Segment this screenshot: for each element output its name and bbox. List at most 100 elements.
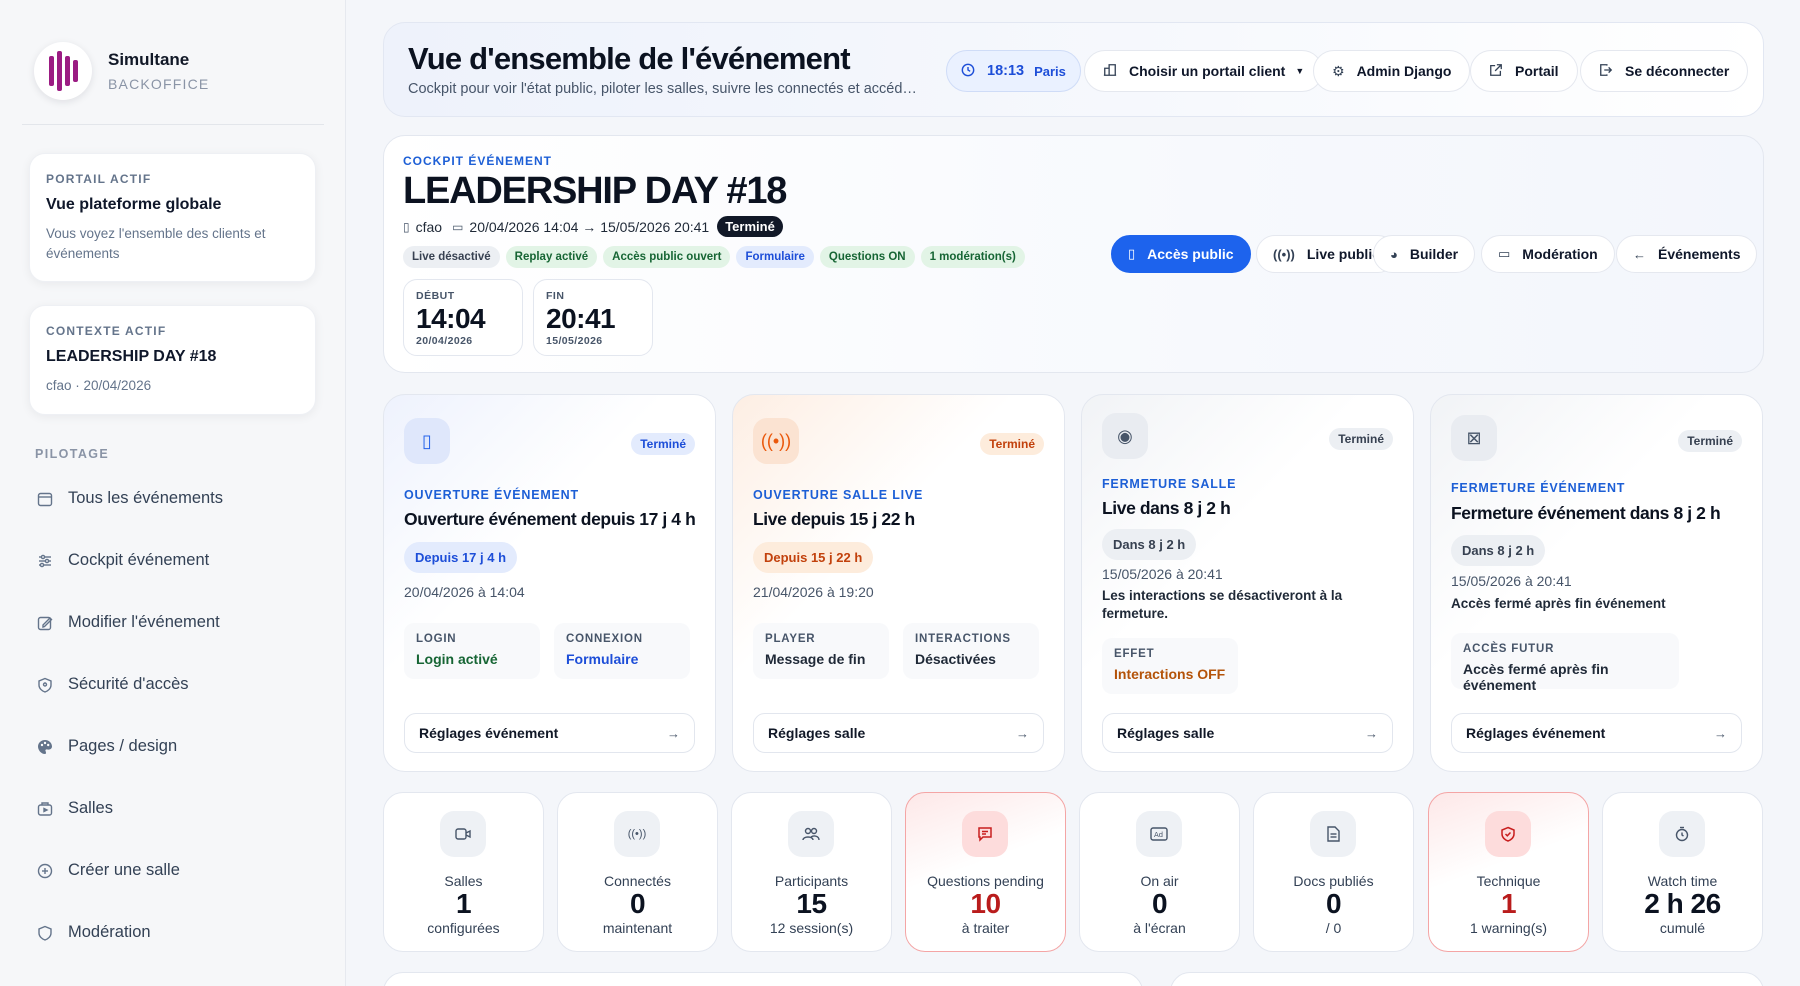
end-date: 15/05/2026 — [546, 335, 603, 347]
nav-item-label: Modifier l'événement — [68, 613, 220, 631]
nav-item-edit-event[interactable]: Modifier l'événement — [36, 613, 220, 632]
stat-technical[interactable]: Technique 1 1 warning(s) — [1428, 792, 1589, 952]
nav-item-event-cockpit[interactable]: Cockpit événement — [36, 551, 209, 570]
status-badge: Terminé — [717, 216, 783, 237]
events-back-button[interactable]: ← Événements — [1616, 235, 1758, 273]
nav-heading: PILOTAGE — [35, 447, 110, 461]
broadcast-icon: ((•)) — [614, 811, 660, 857]
logout-button[interactable]: Se déconnecter — [1580, 50, 1749, 92]
stat-sub: cumulé — [1659, 920, 1706, 936]
step-card-room-closing: ◉ Terminé FERMETURE SALLE Live dans 8 j … — [1081, 394, 1414, 772]
event-tags: Live désactivé Replay activé Accès publi… — [403, 246, 1025, 268]
clock-city: Paris — [1034, 63, 1066, 79]
step-title: Live dans 8 j 2 h — [1102, 498, 1231, 518]
nav-item-label: Modération — [68, 923, 151, 941]
nav-item-access-security[interactable]: Sécurité d'accès — [36, 675, 189, 694]
broadcast-icon: ((•)) — [1273, 246, 1295, 262]
building-icon: ▯ — [403, 219, 410, 234]
room-settings-button[interactable]: Réglages salle → — [753, 713, 1044, 753]
stat-published-docs[interactable]: Docs publiés 0 / 0 — [1253, 792, 1414, 952]
video-icon — [440, 811, 486, 857]
message-icon — [962, 811, 1008, 857]
kv-value: Accès fermé après fin événement — [1463, 661, 1609, 693]
event-dates: 20/04/2026 14:04 → 15/05/2026 20:41 — [469, 218, 710, 235]
step-note: Les interactions se désactiveront à la f… — [1102, 588, 1343, 621]
nav-item-pages-design[interactable]: Pages / design — [36, 737, 177, 756]
admin-django-button[interactable]: ⚙ Admin Django — [1313, 50, 1471, 92]
event-client: cfao — [415, 218, 443, 235]
event-title: LEADERSHIP DAY #18 — [403, 170, 787, 212]
caret-down-icon: ▼ — [1295, 66, 1305, 76]
portal-button[interactable]: Portail — [1470, 50, 1578, 92]
ad-icon: Ad — [1136, 811, 1182, 857]
portal-select[interactable]: Choisir un portail client ▼ — [1084, 50, 1324, 92]
stat-value: 15 — [796, 888, 827, 919]
sidebar: Simultane BACKOFFICE PORTAIL ACTIF Vue p… — [0, 0, 346, 986]
end-time-box: FIN 20:41 15/05/2026 — [533, 279, 653, 356]
record-icon: ◉ — [1102, 413, 1148, 459]
logout-icon — [1599, 63, 1613, 80]
admin-django-label: Admin Django — [1356, 63, 1452, 79]
event-settings-button[interactable]: Réglages événement → — [404, 713, 695, 753]
stat-rooms[interactable]: Salles 1 configurées — [383, 792, 544, 952]
page-header: Vue d'ensemble de l'événement Cockpit po… — [383, 22, 1764, 117]
step-login-info: LOGIN Login activé — [404, 623, 540, 679]
svg-text:Ad: Ad — [1154, 831, 1163, 839]
stat-value: 1 — [455, 888, 472, 919]
stat-value: 0 — [1151, 888, 1168, 919]
step-kicker: FERMETURE SALLE — [1102, 477, 1237, 491]
kv-key: PLAYER — [765, 633, 816, 645]
shield-check-icon — [36, 924, 54, 942]
stat-connected[interactable]: ((•)) Connectés 0 maintenant — [557, 792, 718, 952]
builder-button[interactable]: ◕ Builder — [1373, 235, 1476, 273]
sliders-icon — [36, 552, 54, 570]
step-pill: Depuis 17 j 4 h — [404, 542, 518, 573]
kv-value: Login activé — [416, 651, 498, 667]
start-date: 20/04/2026 — [416, 335, 473, 347]
stat-sub: 1 warning(s) — [1469, 920, 1548, 936]
button-label: Réglages événement — [1466, 725, 1606, 741]
clock-badge: 18:13 Paris — [946, 50, 1081, 92]
stat-label: Technique — [1476, 873, 1541, 889]
active-context-kicker: CONTEXTE ACTIF — [46, 324, 167, 338]
step-title: Live depuis 15 j 22 h — [753, 509, 915, 529]
arrow-right-icon: → — [667, 725, 680, 741]
cockpit-kicker: COCKPIT ÉVÉNEMENT — [403, 154, 553, 168]
stat-on-air[interactable]: Ad On air 0 à l'écran — [1079, 792, 1240, 952]
brand-name: Simultane — [108, 50, 190, 69]
stat-watch-time[interactable]: Watch time 2 h 26 cumulé — [1602, 792, 1763, 952]
nav-item-moderation[interactable]: Modération — [36, 923, 151, 942]
nav-item-all-events[interactable]: Tous les événements — [36, 489, 223, 508]
brand-logo — [34, 42, 92, 100]
palette-icon: ◕ — [1390, 246, 1398, 262]
event-settings-button[interactable]: Réglages événement → — [1451, 713, 1742, 753]
nav-item-create-room[interactable]: Créer une salle — [36, 861, 180, 880]
external-link-icon — [1489, 63, 1503, 80]
document-icon — [1310, 811, 1356, 857]
active-context-desc: cfao · 20/04/2026 — [46, 378, 152, 393]
kv-value: Interactions OFF — [1114, 666, 1226, 682]
button-label: Réglages salle — [768, 725, 866, 741]
step-effect-info: EFFET Interactions OFF — [1102, 638, 1238, 694]
stat-label: On air — [1140, 873, 1179, 889]
room-settings-button[interactable]: Réglages salle → — [1102, 713, 1393, 753]
step-status: Terminé — [980, 433, 1044, 455]
logout-label: Se déconnecter — [1625, 63, 1730, 79]
moderation-label: Modération — [1522, 246, 1598, 262]
palette-icon — [36, 738, 54, 756]
step-date: 21/04/2026 à 19:20 — [753, 584, 874, 600]
event-meta: ▯ cfao ▭ 20/04/2026 14:04 → 15/05/2026 2… — [403, 216, 783, 237]
brand[interactable]: Simultane BACKOFFICE — [34, 42, 209, 100]
active-context-card: CONTEXTE ACTIF LEADERSHIP DAY #18 cfao ·… — [29, 305, 316, 415]
public-access-button[interactable]: ▯ Accès public — [1111, 235, 1251, 273]
nav-item-label: Sécurité d'accès — [68, 675, 189, 693]
stat-questions-pending[interactable]: Questions pending 10 à traiter — [905, 792, 1066, 952]
stat-participants[interactable]: Participants 15 12 session(s) — [731, 792, 892, 952]
stat-value: 0 — [1325, 888, 1342, 919]
nav-item-rooms[interactable]: Salles — [36, 799, 113, 818]
stopwatch-icon — [1659, 811, 1705, 857]
step-date: 20/04/2026 à 14:04 — [404, 584, 525, 600]
moderation-button[interactable]: ▭ Modération — [1481, 235, 1615, 273]
step-date: 15/05/2026 à 20:41 — [1451, 573, 1572, 589]
tag-moderation: 1 modération(s) — [920, 246, 1025, 268]
